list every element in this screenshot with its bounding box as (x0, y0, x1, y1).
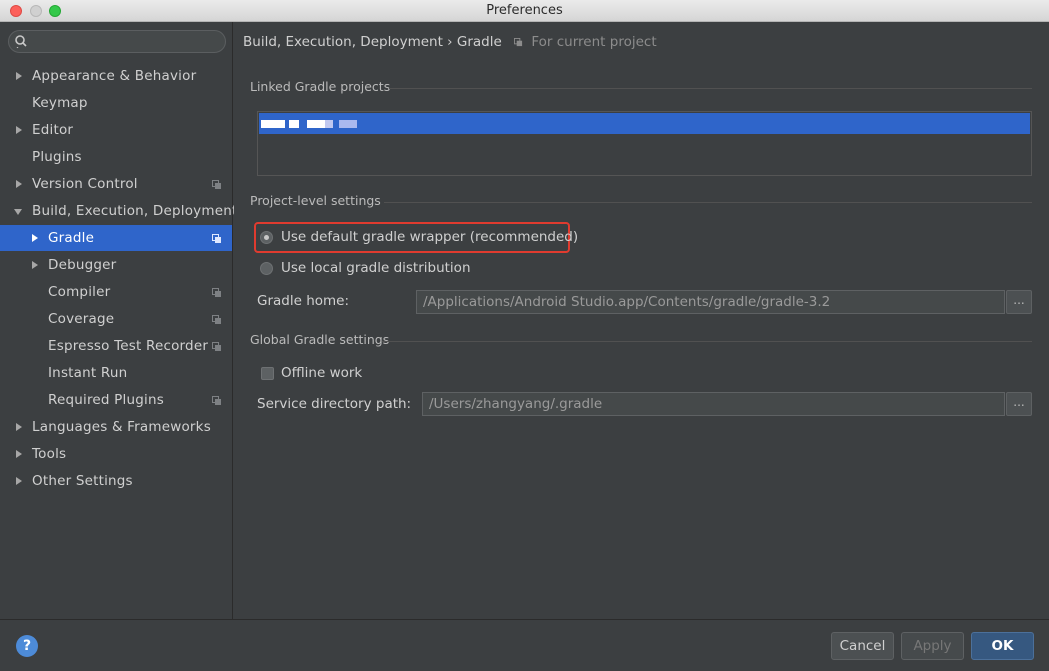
offline-work-checkbox[interactable] (261, 367, 274, 380)
service-directory-label: Service directory path: (257, 396, 412, 412)
sidebar-item-tools[interactable]: Tools (0, 441, 232, 467)
local-distribution-radio[interactable] (260, 262, 273, 275)
breadcrumb: Build, Execution, Deployment › Gradle Fo… (243, 34, 657, 50)
copy-icon (212, 288, 221, 297)
sidebar-item-label: Keymap (32, 95, 88, 111)
linked-projects-title: Linked Gradle projects (250, 79, 391, 94)
sidebar-item-label: Tools (32, 446, 67, 462)
ok-button[interactable]: OK (971, 632, 1034, 660)
sidebar-item-label: Espresso Test Recorder (48, 338, 209, 354)
help-button[interactable]: ? (16, 635, 38, 657)
section-divider (382, 341, 1032, 342)
gradle-home-label: Gradle home: (257, 293, 350, 309)
sidebar-item-debugger[interactable]: Debugger (0, 252, 232, 278)
gradle-home-browse-button[interactable]: ... (1006, 290, 1032, 314)
sidebar-item-compiler[interactable]: Compiler (0, 279, 232, 305)
sidebar-item-gradle[interactable]: Gradle (0, 225, 232, 251)
sidebar-item-editor[interactable]: Editor (0, 117, 232, 143)
gradle-home-field[interactable]: /Applications/Android Studio.app/Content… (416, 290, 1005, 314)
sidebar-item-label: Coverage (48, 311, 115, 327)
sidebar-item-label: Gradle (48, 230, 95, 246)
sidebar-item-label: Editor (32, 122, 74, 138)
sidebar-item-keymap[interactable]: Keymap (0, 90, 232, 116)
chevron-down-icon[interactable] (14, 209, 22, 215)
sidebar-item-label: Other Settings (32, 473, 133, 489)
sidebar-item-instant-run[interactable]: Instant Run (0, 360, 232, 386)
chevron-right-icon[interactable] (16, 126, 22, 134)
copy-icon (212, 234, 221, 243)
copy-icon (212, 180, 221, 189)
sidebar-item-espresso-test-recorder[interactable]: Espresso Test Recorder (0, 333, 232, 359)
local-distribution-label[interactable]: Use local gradle distribution (281, 260, 471, 276)
redacted-project-name (339, 120, 357, 128)
window-title: Preferences (486, 3, 563, 18)
sidebar-item-languages-frameworks[interactable]: Languages & Frameworks (0, 414, 232, 440)
sidebar-item-label: Debugger (48, 257, 117, 273)
redacted-project-name (307, 120, 325, 128)
redacted-project-name (261, 120, 285, 128)
settings-content: Build, Execution, Deployment › Gradle Fo… (234, 22, 1049, 619)
linked-projects-list[interactable] (257, 111, 1032, 176)
copy-icon (514, 38, 523, 47)
chevron-right-icon[interactable] (16, 180, 22, 188)
service-directory-browse-button[interactable]: ... (1006, 392, 1032, 416)
offline-work-label[interactable]: Offline work (281, 365, 362, 381)
cancel-button[interactable]: Cancel (831, 632, 894, 660)
sidebar-item-plugins[interactable]: Plugins (0, 144, 232, 170)
copy-icon (212, 396, 221, 405)
sidebar-item-label: Version Control (32, 176, 138, 192)
breadcrumb-path: Build, Execution, Deployment › Gradle (243, 34, 502, 50)
linked-project-row[interactable] (259, 113, 1030, 134)
apply-button[interactable]: Apply (901, 632, 964, 660)
section-divider (389, 88, 1032, 89)
sidebar-item-label: Appearance & Behavior (32, 68, 197, 84)
settings-search-input[interactable] (8, 30, 226, 53)
breadcrumb-scope: For current project (531, 34, 657, 50)
redacted-project-name (289, 120, 299, 128)
window-titlebar: Preferences (0, 0, 1049, 22)
global-settings-title: Global Gradle settings (250, 332, 390, 347)
chevron-right-icon[interactable] (16, 72, 22, 80)
copy-icon (212, 315, 221, 324)
default-wrapper-radio[interactable] (260, 231, 273, 244)
sidebar-item-required-plugins[interactable]: Required Plugins (0, 387, 232, 413)
sidebar-item-label: Plugins (32, 149, 82, 165)
chevron-right-icon[interactable] (16, 423, 22, 431)
dialog-footer: ? Cancel Apply OK (0, 619, 1049, 671)
search-icon (15, 35, 27, 49)
copy-icon (212, 342, 221, 351)
service-directory-field[interactable]: /Users/zhangyang/.gradle (422, 392, 1005, 416)
settings-sidebar: Appearance & Behavior Keymap Editor Plugins… (0, 22, 237, 619)
sidebar-item-label: Compiler (48, 284, 111, 300)
sidebar-item-label: Build, Execution, Deployment (32, 203, 238, 219)
sidebar-item-label: Required Plugins (48, 392, 164, 408)
chevron-right-icon[interactable] (16, 477, 22, 485)
sidebar-item-version-control[interactable]: Version Control (0, 171, 232, 197)
chevron-right-icon[interactable] (16, 450, 22, 458)
sidebar-item-coverage[interactable]: Coverage (0, 306, 232, 332)
default-wrapper-label[interactable]: Use default gradle wrapper (recommended) (281, 229, 578, 245)
chevron-right-icon[interactable] (32, 234, 38, 242)
sidebar-item-label: Languages & Frameworks (32, 419, 211, 435)
sidebar-item-appearance-behavior[interactable]: Appearance & Behavior (0, 63, 232, 89)
redacted-project-name (325, 120, 333, 128)
sidebar-item-build-execution-deployment[interactable]: Build, Execution, Deployment (0, 198, 237, 224)
section-divider (384, 202, 1032, 203)
sidebar-item-other-settings[interactable]: Other Settings (0, 468, 232, 494)
sidebar-item-label: Instant Run (48, 365, 128, 381)
chevron-right-icon[interactable] (32, 261, 38, 269)
project-level-title: Project-level settings (250, 193, 381, 208)
